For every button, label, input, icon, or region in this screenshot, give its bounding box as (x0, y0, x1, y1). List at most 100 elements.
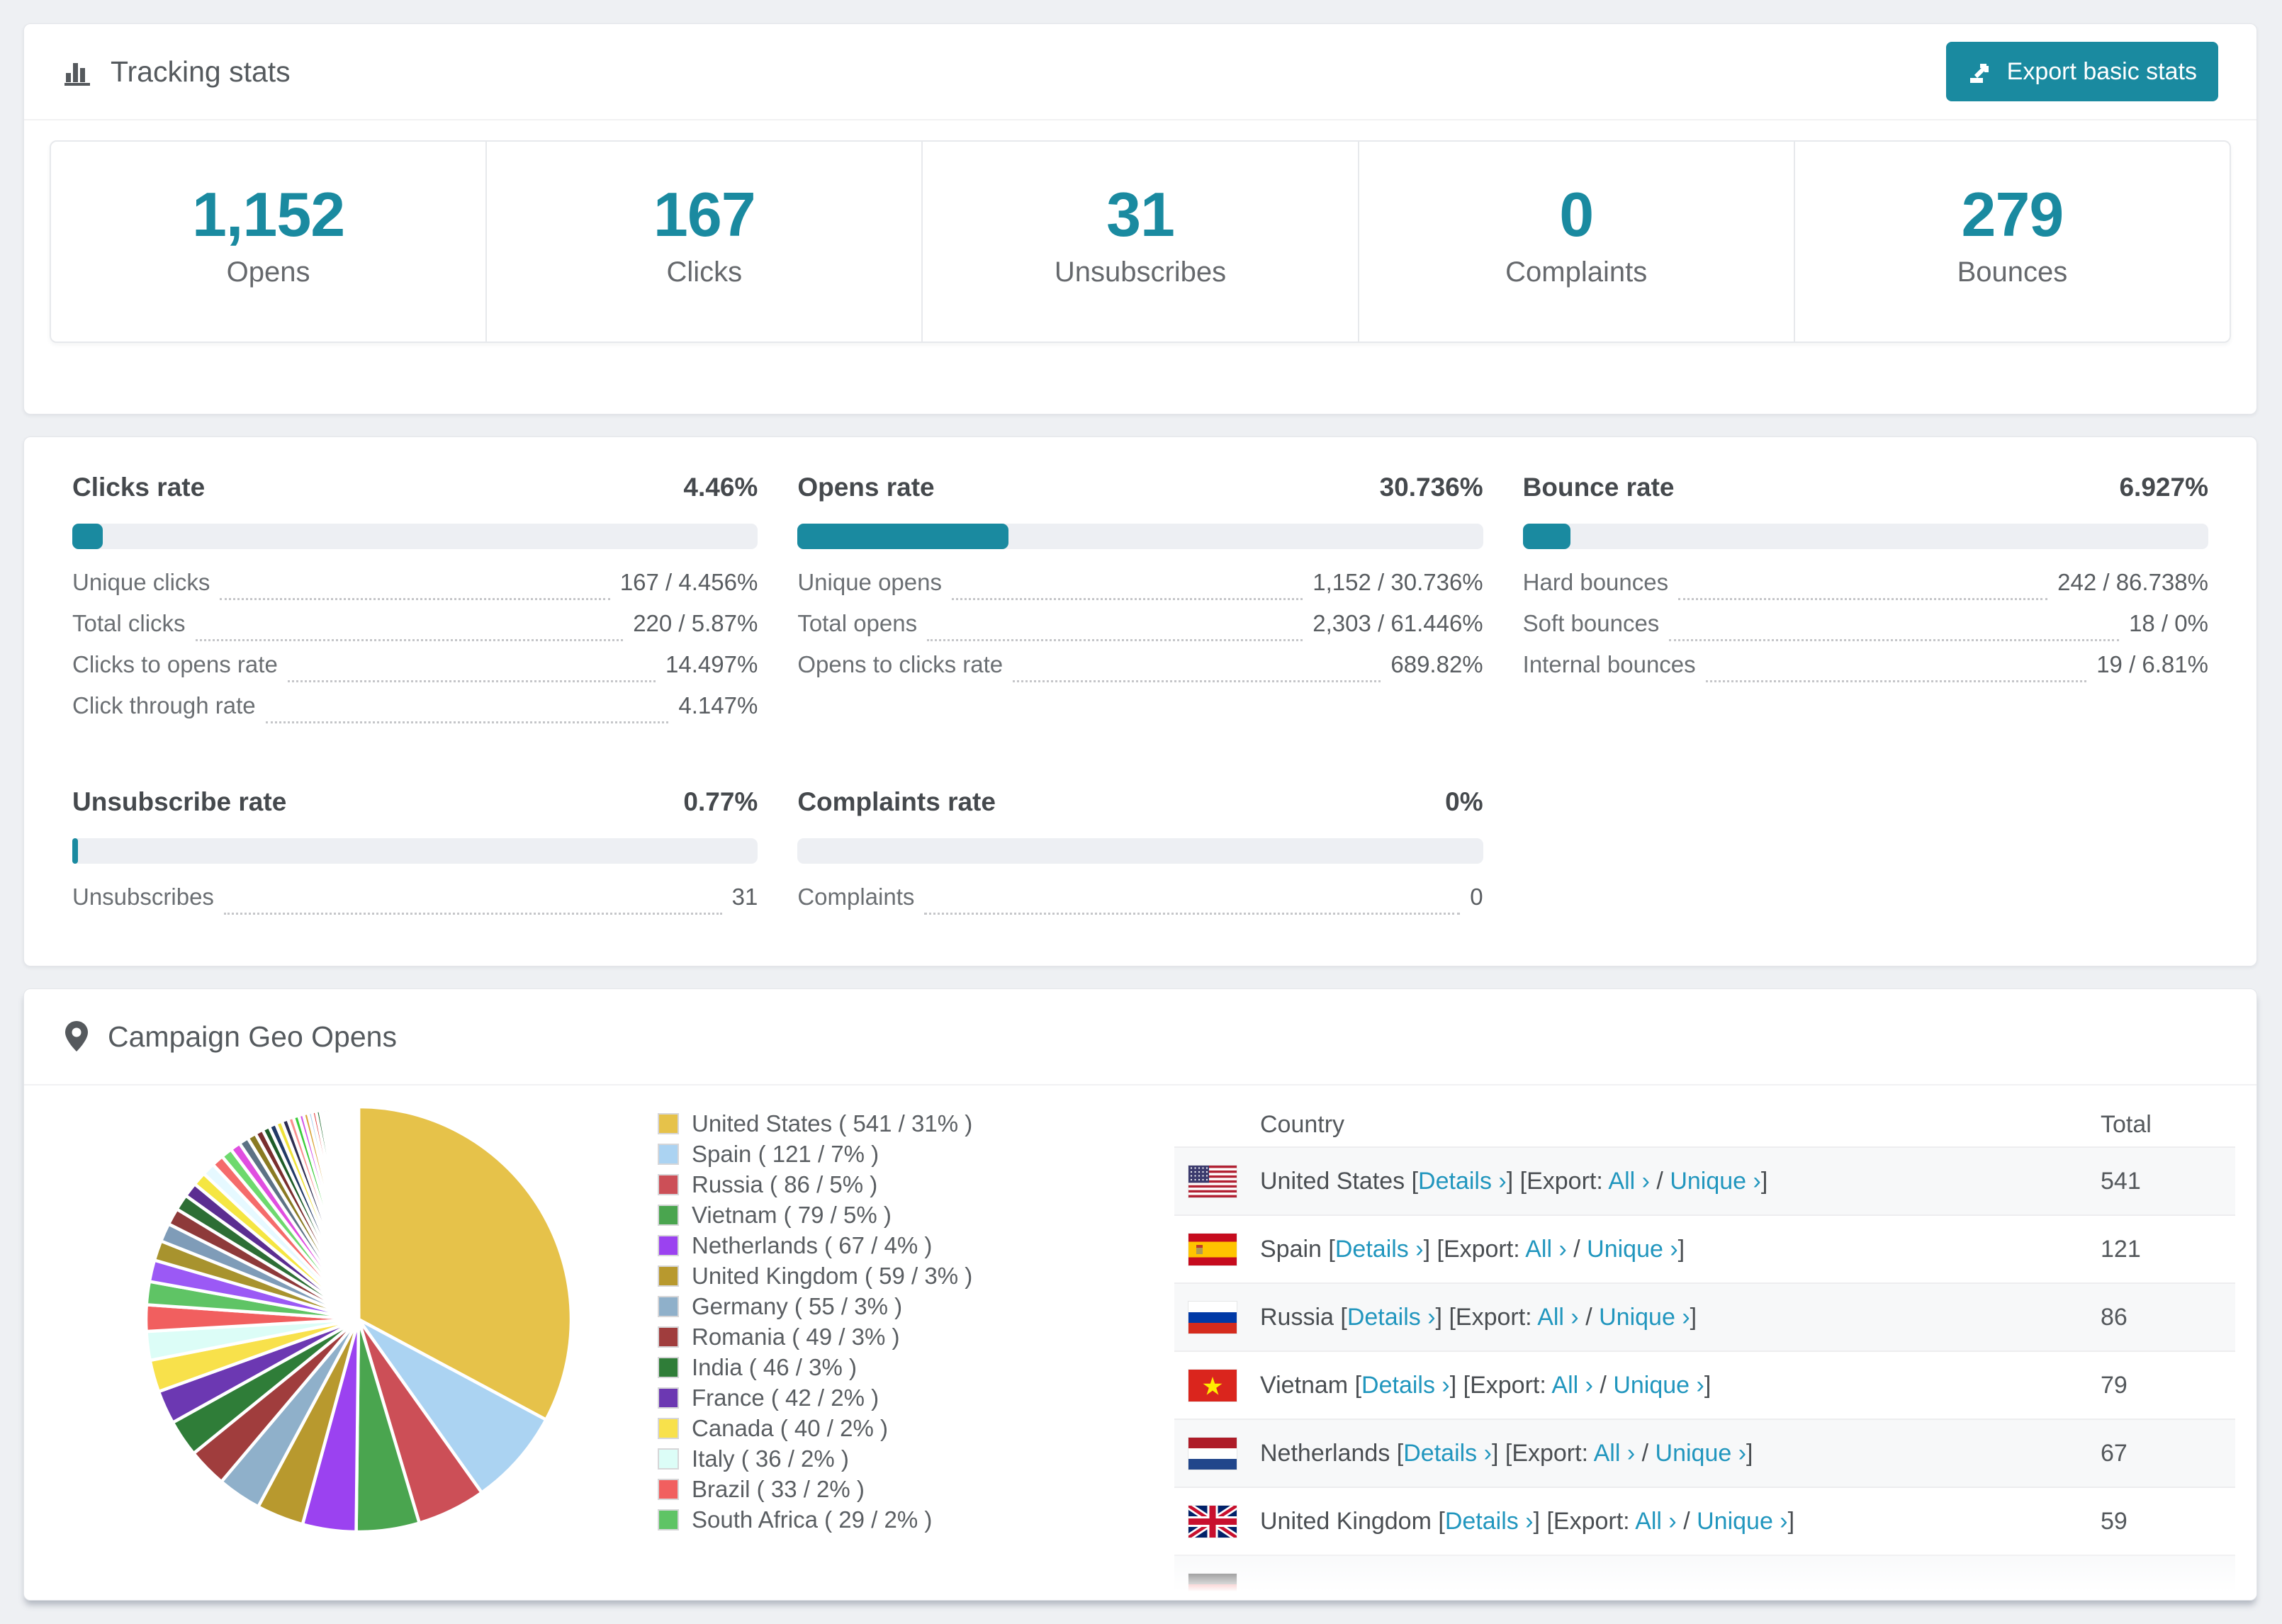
rate-section-value: 0.77% (683, 787, 758, 816)
rate-section-unsubscribe-rate: Unsubscribe rate 0.77% Unsubscribes 31 (72, 787, 758, 925)
legend-swatch (658, 1112, 679, 1134)
legend-item-united-states[interactable]: United States ( 541 / 31% ) (658, 1108, 972, 1139)
export-all-link[interactable]: All › (1525, 1236, 1567, 1263)
details-link[interactable]: Details › (1335, 1236, 1424, 1263)
export-all-link[interactable]: All › (1635, 1508, 1677, 1535)
rate-section-title: Complaints rate (797, 787, 996, 816)
legend-item-italy[interactable]: Italy ( 36 / 2% ) (658, 1443, 972, 1474)
rate-section-title: Bounce rate (1522, 473, 1675, 502)
export-all-link[interactable]: All › (1594, 1440, 1636, 1467)
progress-bar (72, 524, 758, 549)
export-all-link[interactable]: All › (1537, 1304, 1579, 1331)
details-link[interactable]: Details › (1403, 1440, 1492, 1467)
export-label: Export: (1455, 1303, 1532, 1331)
legend-item-france[interactable]: France ( 42 / 2% ) (658, 1382, 972, 1413)
details-link[interactable]: Details › (1361, 1372, 1450, 1399)
legend-item-russia[interactable]: Russia ( 86 / 5% ) (658, 1169, 972, 1200)
legend-swatch (658, 1387, 679, 1409)
legend-label: United States ( 541 / 31% ) (692, 1110, 973, 1137)
card-title: Campaign Geo Opens (108, 1020, 397, 1053)
legend-label: Russia ( 86 / 5% ) (692, 1171, 878, 1197)
export-all-link[interactable]: All › (1551, 1372, 1593, 1399)
rate-detail-row: Unique clicks 167 / 4.456% (72, 569, 758, 610)
bracket: ] (1704, 1371, 1712, 1399)
map-pin-icon (62, 1020, 91, 1054)
export-unique-link[interactable]: Unique › (1656, 1440, 1747, 1467)
country-name: Netherlands (1260, 1439, 1390, 1467)
legend-label: Italy ( 36 / 2% ) (692, 1445, 849, 1472)
dotted-leader (927, 639, 1303, 641)
export-unique-link[interactable]: Unique › (1613, 1372, 1704, 1399)
export-unique-link[interactable]: Unique › (1697, 1508, 1788, 1535)
export-unique-link[interactable]: Unique › (1670, 1168, 1761, 1195)
country-flag-us (1188, 1165, 1237, 1197)
rate-detail-row: Unique opens 1,152 / 30.736% (797, 569, 1483, 610)
legend-item-united-kingdom[interactable]: United Kingdom ( 59 / 3% ) (658, 1261, 972, 1291)
rate-section-head: Opens rate 30.736% (797, 473, 1483, 502)
tracking-stats-header-left: Tracking stats (62, 55, 291, 89)
rate-rows: Complaints 0 (797, 884, 1483, 925)
table-row-netherlands: Netherlands [Details ›] [Export: All › /… (1174, 1419, 2235, 1487)
table-row-spain: Spain [Details ›] [Export: All › / Uniqu… (1174, 1214, 2235, 1282)
legend-item-vietnam[interactable]: Vietnam ( 79 / 5% ) (658, 1200, 972, 1230)
rate-section-value: 4.46% (683, 473, 758, 502)
rate-detail-row: Click through rate 4.147% (72, 692, 758, 733)
rate-section-head: Unsubscribe rate 0.77% (72, 787, 758, 817)
legend-item-india[interactable]: India ( 46 / 3% ) (658, 1352, 972, 1382)
legend-swatch (658, 1234, 679, 1256)
legend-item-canada[interactable]: Canada ( 40 / 2% ) (658, 1413, 972, 1443)
stat-box-clicks: 167 Clicks (485, 142, 921, 342)
export-basic-stats-button[interactable]: Export basic stats (1945, 42, 2218, 101)
bracket: ] (1506, 1167, 1514, 1195)
legend-swatch (658, 1326, 679, 1348)
table-row-vietnam: Vietnam [Details ›] [Export: All › / Uni… (1174, 1350, 2235, 1419)
stat-box-bounces: 279 Bounces (1793, 142, 2230, 342)
geo-pie-chart[interactable] (137, 1098, 580, 1540)
legend-swatch (658, 1295, 679, 1317)
bracket: [ (1438, 1507, 1445, 1535)
rate-detail-label: Hard bounces (1522, 569, 1669, 595)
export-unique-link[interactable]: Unique › (1599, 1304, 1690, 1331)
export-unique-link[interactable]: Unique › (1587, 1236, 1678, 1263)
details-link[interactable]: Details › (1445, 1508, 1534, 1535)
country-flag-vn (1188, 1369, 1237, 1402)
pie-slice-other[interactable] (356, 1105, 361, 1321)
tracking-stats-card: Tracking stats Export basic stats 1,152 … (23, 23, 2257, 415)
export-all-link[interactable]: All › (1608, 1168, 1650, 1195)
rate-section-bounce-rate: Bounce rate 6.927% Hard bounces 242 / 86… (1522, 473, 2208, 733)
legend-item-spain[interactable]: Spain ( 121 / 7% ) (658, 1139, 972, 1169)
bracket: [ (1437, 1235, 1444, 1263)
rate-detail-label: Unique opens (797, 569, 942, 595)
legend-item-germany[interactable]: Germany ( 55 / 3% ) (658, 1291, 972, 1321)
legend-item-south-africa[interactable]: South Africa ( 29 / 2% ) (658, 1504, 972, 1535)
details-link[interactable]: Details › (1347, 1304, 1436, 1331)
total-column-header: Total (2101, 1110, 2152, 1138)
bar-chart-icon (62, 56, 94, 87)
rate-detail-label: Opens to clicks rate (797, 651, 1004, 677)
legend-item-romania[interactable]: Romania ( 49 / 3% ) (658, 1321, 972, 1352)
rate-detail-label: Complaints (797, 884, 915, 910)
country-column-header: Country (1260, 1110, 1345, 1138)
rate-detail-value: 18 / 0% (2129, 610, 2208, 636)
country-flag-gb (1188, 1505, 1237, 1538)
bracket: [ (1449, 1303, 1456, 1331)
details-link[interactable]: Details › (1418, 1168, 1507, 1195)
country-flag-nl (1188, 1437, 1237, 1470)
legend-label: Brazil ( 33 / 2% ) (692, 1475, 865, 1502)
bracket: ] (1423, 1235, 1431, 1263)
legend-swatch (658, 1509, 679, 1530)
progress-bar (797, 524, 1483, 549)
rates-grid: Clicks rate 4.46% Unique clicks 167 / 4.… (72, 473, 2208, 925)
legend-item-netherlands[interactable]: Netherlands ( 67 / 4% ) (658, 1230, 972, 1261)
legend-swatch (658, 1204, 679, 1226)
country-name: Vietnam (1260, 1371, 1349, 1399)
stat-value: 279 (1961, 179, 2064, 250)
legend-swatch (658, 1478, 679, 1500)
country-total: 79 (2101, 1371, 2128, 1399)
progress-fill (797, 524, 1008, 549)
bracket: [ (1340, 1303, 1347, 1331)
legend-item-brazil[interactable]: Brazil ( 33 / 2% ) (658, 1474, 972, 1504)
country-total: 121 (2101, 1235, 2141, 1263)
country-name: Spain (1260, 1235, 1322, 1263)
bracket: [ (1505, 1439, 1512, 1467)
